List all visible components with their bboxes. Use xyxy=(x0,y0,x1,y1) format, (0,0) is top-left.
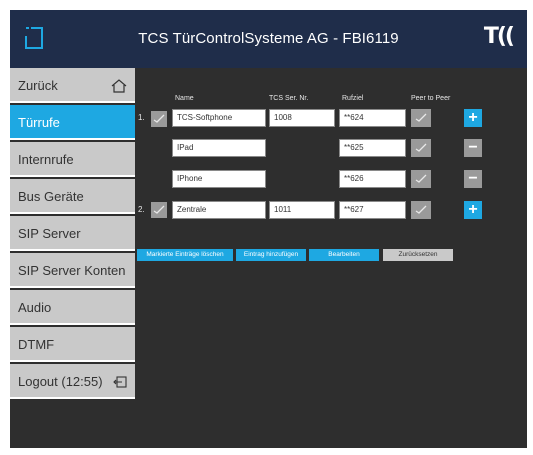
main-content: Name TCS Ser. Nr. Rufziel Peer to Peer 1… xyxy=(135,68,527,448)
sidebar-item-back[interactable]: Zurück xyxy=(10,68,135,103)
check-icon xyxy=(153,205,165,214)
row-select-checkbox[interactable] xyxy=(151,202,167,218)
check-icon xyxy=(153,114,165,123)
add-subentry-button[interactable]: + xyxy=(464,201,482,219)
sidebar-item-internrufe[interactable]: Internrufe xyxy=(10,142,135,177)
sidebar-item-label: SIP Server Konten xyxy=(18,263,126,278)
edit-button[interactable]: Bearbeiten xyxy=(309,249,379,261)
sidebar-item-sip-server[interactable]: SIP Server xyxy=(10,216,135,251)
sidebar-item-label: Zurück xyxy=(18,78,58,93)
sidebar-item-tuerrufe[interactable]: Türrufe xyxy=(10,105,135,140)
name-field[interactable]: Zentrale xyxy=(172,201,266,219)
page-title: TCS TürControlSysteme AG - FBI6119 xyxy=(138,30,399,47)
column-header-peer: Peer to Peer xyxy=(411,95,451,102)
remove-subentry-button[interactable]: − xyxy=(464,170,482,188)
sidebar-item-label: Audio xyxy=(18,300,52,315)
sidebar-item-label: Internrufe xyxy=(18,152,74,167)
column-header-ser-nr: TCS Ser. Nr. xyxy=(269,95,309,102)
sidebar-item-sip-server-konten[interactable]: SIP Server Konten xyxy=(10,253,135,288)
ser-nr-field[interactable]: 1008 xyxy=(269,109,335,127)
delete-marked-button[interactable]: Markierte Einträge löschen xyxy=(137,249,233,261)
app-frame: TCS TürControlSysteme AG - FBI6119 T(( Z… xyxy=(10,10,527,448)
ser-nr-field[interactable]: 1011 xyxy=(269,201,335,219)
name-field[interactable]: TCS-Softphone xyxy=(172,109,266,127)
tcs-logo: T(( xyxy=(483,24,515,49)
check-icon xyxy=(415,205,427,214)
column-header-name: Name xyxy=(175,95,194,102)
column-header-rufziel: Rufziel xyxy=(342,95,364,102)
peer-to-peer-checkbox[interactable] xyxy=(411,170,431,188)
sidebar-item-label: Logout (12:55) xyxy=(18,374,103,389)
peer-to-peer-checkbox[interactable] xyxy=(411,201,431,219)
sidebar-item-bus-geraete[interactable]: Bus Geräte xyxy=(10,179,135,214)
rufziel-field[interactable]: **626 xyxy=(339,170,406,188)
row-number: 1. xyxy=(138,113,145,122)
check-icon xyxy=(415,113,427,122)
name-field[interactable]: IPad xyxy=(172,139,266,157)
app-header: TCS TürControlSysteme AG - FBI6119 T(( xyxy=(10,10,527,68)
peer-to-peer-checkbox[interactable] xyxy=(411,139,431,157)
remove-subentry-button[interactable]: − xyxy=(464,139,482,157)
home-icon xyxy=(111,68,127,103)
sidebar-item-label: DTMF xyxy=(18,337,55,352)
row-select-checkbox[interactable] xyxy=(151,111,167,127)
reset-button[interactable]: Zurücksetzen xyxy=(383,249,453,261)
peer-to-peer-checkbox[interactable] xyxy=(411,109,431,127)
rufziel-field[interactable]: **627 xyxy=(339,201,406,219)
sidebar-item-label: SIP Server xyxy=(18,226,81,241)
rufziel-field[interactable]: **624 xyxy=(339,109,406,127)
rufziel-field[interactable]: **625 xyxy=(339,139,406,157)
sidebar-item-label: Bus Geräte xyxy=(18,189,84,204)
row-number: 2. xyxy=(138,205,145,214)
check-icon xyxy=(415,143,427,152)
check-icon xyxy=(415,174,427,183)
add-entry-button[interactable]: Eintrag hinzufügen xyxy=(236,249,306,261)
sidebar-item-label: Türrufe xyxy=(18,115,60,130)
sidebar-item-audio[interactable]: Audio xyxy=(10,290,135,325)
logout-icon xyxy=(113,364,127,399)
add-subentry-button[interactable]: + xyxy=(464,109,482,127)
sidebar: Zurück Türrufe Internrufe Bus Geräte SIP… xyxy=(10,68,135,448)
name-field[interactable]: IPhone xyxy=(172,170,266,188)
sidebar-item-dtmf[interactable]: DTMF xyxy=(10,327,135,362)
sidebar-item-logout[interactable]: Logout (12:55) xyxy=(10,364,135,399)
